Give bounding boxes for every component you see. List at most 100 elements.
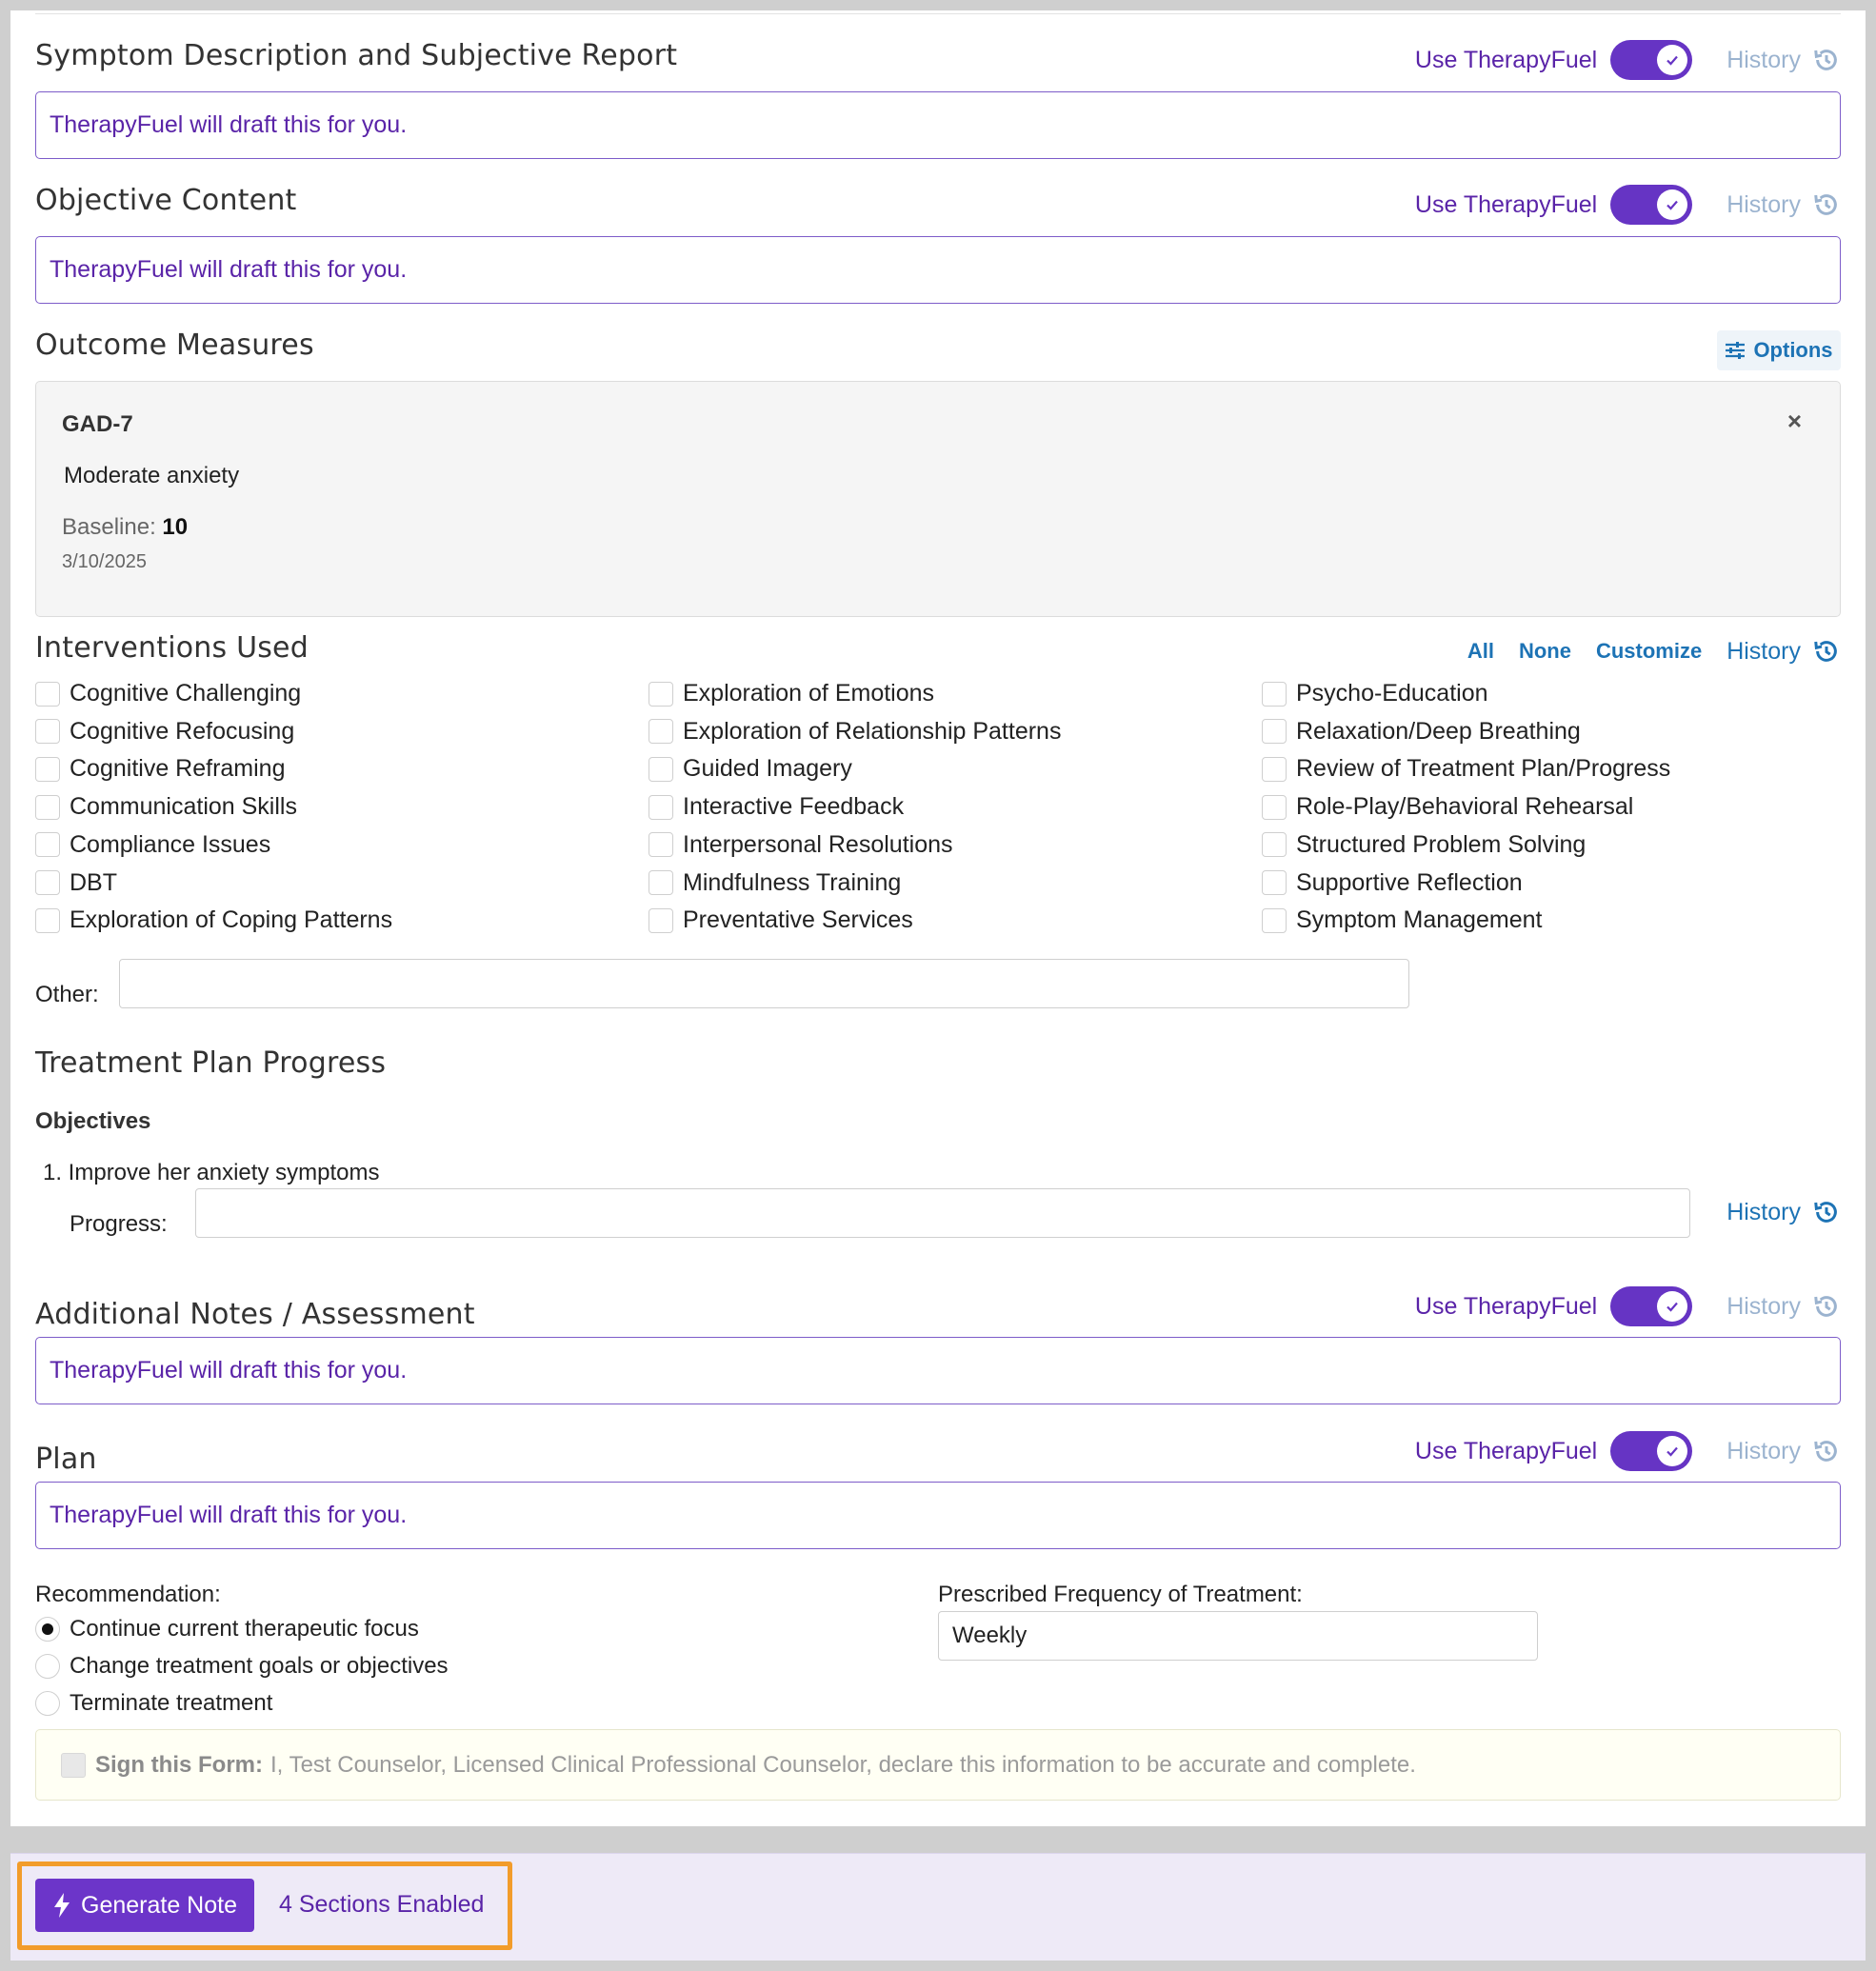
measure-description: Moderate anxiety bbox=[64, 463, 240, 488]
intervention-checkbox-item[interactable]: Exploration of Coping Patterns bbox=[35, 906, 392, 934]
intervention-checkbox-item[interactable]: Cognitive Reframing bbox=[35, 755, 286, 783]
symptom-therapyfuel-toggle[interactable] bbox=[1610, 40, 1693, 80]
interventions-history-button[interactable]: History bbox=[1726, 637, 1841, 666]
progress-input[interactable] bbox=[195, 1188, 1690, 1238]
options-button[interactable]: Options bbox=[1717, 330, 1841, 370]
checkbox[interactable] bbox=[35, 832, 60, 858]
intervention-label: Interpersonal Resolutions bbox=[683, 830, 953, 858]
history-icon bbox=[1814, 1296, 1837, 1317]
intervention-checkbox-item[interactable]: Communication Skills bbox=[35, 793, 297, 821]
intervention-label: Interactive Feedback bbox=[683, 793, 905, 821]
select-none-link[interactable]: None bbox=[1519, 639, 1571, 664]
check-icon bbox=[1657, 45, 1688, 75]
intervention-checkbox-item[interactable]: Exploration of Emotions bbox=[649, 680, 934, 707]
intervention-checkbox-item[interactable]: Cognitive Refocusing bbox=[35, 718, 294, 746]
checkbox[interactable] bbox=[649, 756, 673, 782]
intervention-checkbox-item[interactable]: Cognitive Challenging bbox=[35, 680, 301, 707]
objective-text-area[interactable]: TherapyFuel will draft this for you. bbox=[35, 236, 1841, 304]
other-input[interactable] bbox=[119, 959, 1409, 1008]
progress-history-button[interactable]: History bbox=[1726, 1198, 1841, 1226]
checkbox[interactable] bbox=[1262, 832, 1287, 858]
checkbox[interactable] bbox=[35, 870, 60, 895]
checkbox[interactable] bbox=[1262, 756, 1287, 782]
close-icon[interactable]: × bbox=[1787, 407, 1802, 436]
checkbox[interactable] bbox=[649, 832, 673, 858]
history-icon bbox=[1814, 641, 1837, 662]
intervention-label: Communication Skills bbox=[70, 793, 297, 821]
symptom-history-button[interactable]: History bbox=[1726, 46, 1841, 74]
checkbox[interactable] bbox=[1262, 907, 1287, 933]
recommendation-option[interactable]: Change treatment goals or objectives bbox=[35, 1653, 449, 1680]
recommendation-label: Recommendation: bbox=[35, 1582, 221, 1607]
top-divider bbox=[35, 10, 1841, 14]
customize-link[interactable]: Customize bbox=[1596, 639, 1702, 664]
intervention-checkbox-item[interactable]: Interpersonal Resolutions bbox=[649, 831, 953, 859]
checkbox[interactable] bbox=[35, 719, 60, 745]
note-form: Symptom Description and Subjective Repor… bbox=[10, 10, 1866, 1826]
objectives-label: Objectives bbox=[35, 1108, 151, 1134]
radio-unselected[interactable] bbox=[35, 1654, 60, 1679]
checkbox[interactable] bbox=[35, 794, 60, 820]
checkbox[interactable] bbox=[1262, 681, 1287, 707]
history-icon bbox=[1814, 1441, 1837, 1462]
interventions-section-title: Interventions Used bbox=[35, 631, 309, 665]
intervention-label: Mindfulness Training bbox=[683, 868, 902, 896]
intervention-checkbox-item[interactable]: Relaxation/Deep Breathing bbox=[1262, 718, 1581, 746]
notes-history-button[interactable]: History bbox=[1726, 1292, 1841, 1321]
checkbox[interactable] bbox=[649, 870, 673, 895]
plan-text-area[interactable]: TherapyFuel will draft this for you. bbox=[35, 1482, 1841, 1549]
plan-history-button[interactable]: History bbox=[1726, 1437, 1841, 1465]
intervention-checkbox-item[interactable]: Preventative Services bbox=[649, 906, 913, 934]
checkbox[interactable] bbox=[649, 794, 673, 820]
sign-checkbox[interactable] bbox=[61, 1752, 86, 1778]
checkbox[interactable] bbox=[1262, 870, 1287, 895]
checkbox[interactable] bbox=[1262, 719, 1287, 745]
intervention-checkbox-item[interactable]: Structured Problem Solving bbox=[1262, 831, 1586, 859]
use-therapyfuel-label: Use TherapyFuel bbox=[1414, 46, 1598, 73]
checkbox[interactable] bbox=[649, 719, 673, 745]
intervention-checkbox-item[interactable]: Review of Treatment Plan/Progress bbox=[1262, 755, 1670, 783]
other-label: Other: bbox=[35, 982, 99, 1007]
symptom-text-area[interactable]: TherapyFuel will draft this for you. bbox=[35, 91, 1841, 159]
objective-history-button[interactable]: History bbox=[1726, 190, 1841, 219]
intervention-checkbox-item[interactable]: Psycho-Education bbox=[1262, 680, 1488, 707]
notes-text-area[interactable]: TherapyFuel will draft this for you. bbox=[35, 1337, 1841, 1404]
intervention-label: Cognitive Reframing bbox=[70, 755, 286, 783]
checkbox[interactable] bbox=[649, 681, 673, 707]
checkbox[interactable] bbox=[1262, 794, 1287, 820]
generate-note-button[interactable]: Generate Note bbox=[35, 1879, 254, 1932]
intervention-checkbox-item[interactable]: Exploration of Relationship Patterns bbox=[649, 718, 1061, 746]
checkbox[interactable] bbox=[35, 907, 60, 933]
intervention-checkbox-item[interactable]: Guided Imagery bbox=[649, 755, 852, 783]
recommendation-option[interactable]: Continue current therapeutic focus bbox=[35, 1616, 419, 1642]
objective-therapyfuel-toggle[interactable] bbox=[1610, 185, 1693, 225]
checkbox[interactable] bbox=[35, 756, 60, 782]
intervention-label: Cognitive Refocusing bbox=[70, 717, 295, 745]
checkbox[interactable] bbox=[35, 681, 60, 707]
progress-history: History bbox=[1726, 1198, 1841, 1226]
intervention-checkbox-item[interactable]: Supportive Reflection bbox=[1262, 869, 1523, 897]
intervention-label: Review of Treatment Plan/Progress bbox=[1296, 755, 1671, 783]
intervention-label: Exploration of Relationship Patterns bbox=[683, 717, 1062, 745]
intervention-checkbox-item[interactable]: Symptom Management bbox=[1262, 906, 1542, 934]
notes-therapyfuel-toggle[interactable] bbox=[1610, 1286, 1693, 1326]
intervention-checkbox-item[interactable]: Role-Play/Behavioral Rehearsal bbox=[1262, 793, 1633, 821]
radio-unselected[interactable] bbox=[35, 1691, 60, 1716]
intervention-checkbox-item[interactable]: Interactive Feedback bbox=[649, 793, 904, 821]
radio-selected[interactable] bbox=[35, 1617, 60, 1642]
measure-baseline: Baseline: 10 bbox=[62, 514, 189, 540]
checkbox[interactable] bbox=[649, 907, 673, 933]
select-all-link[interactable]: All bbox=[1467, 639, 1494, 664]
sections-enabled-count: 4 Sections Enabled bbox=[279, 1891, 485, 1918]
recommendation-option[interactable]: Terminate treatment bbox=[35, 1690, 272, 1717]
intervention-checkbox-item[interactable]: Mindfulness Training bbox=[649, 869, 901, 897]
sliders-icon bbox=[1726, 342, 1746, 359]
intervention-label: Guided Imagery bbox=[683, 755, 852, 783]
intervention-checkbox-item[interactable]: DBT bbox=[35, 869, 117, 897]
check-icon bbox=[1657, 1291, 1688, 1322]
plan-therapyfuel-toggle[interactable] bbox=[1610, 1431, 1693, 1471]
plan-section-title: Plan bbox=[35, 1443, 97, 1476]
notes-section-title: Additional Notes / Assessment bbox=[35, 1298, 475, 1331]
intervention-checkbox-item[interactable]: Compliance Issues bbox=[35, 831, 270, 859]
frequency-input[interactable]: Weekly bbox=[938, 1611, 1538, 1661]
